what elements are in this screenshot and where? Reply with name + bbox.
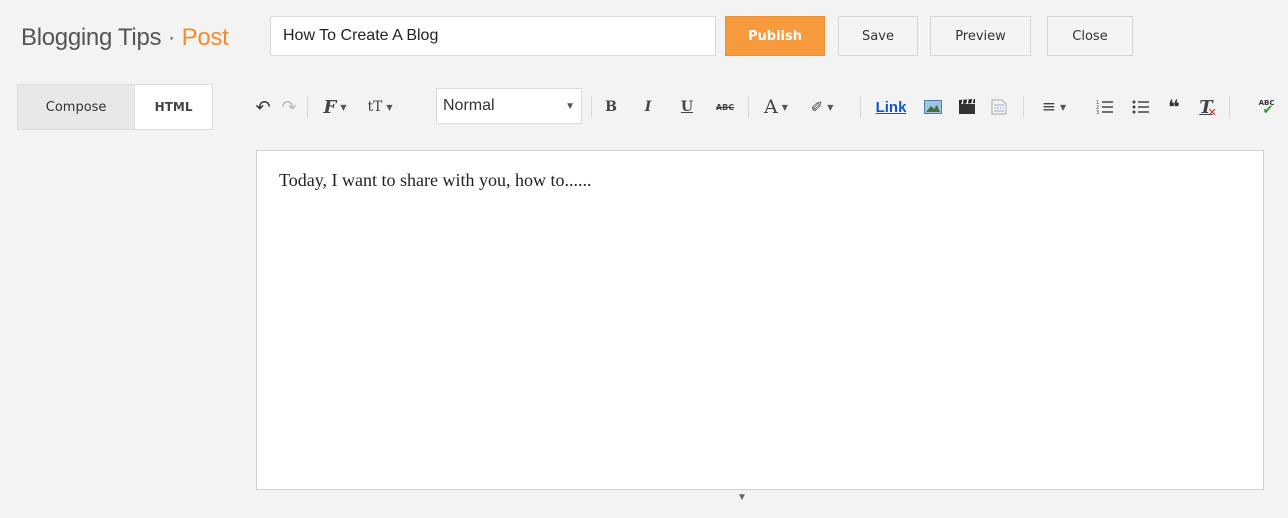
remove-formatting-icon[interactable]: T ✕ <box>1196 84 1220 130</box>
insert-video-icon[interactable] <box>956 84 978 130</box>
font-size-icon[interactable]: tT ▼ <box>358 84 402 130</box>
section-label: Post <box>181 24 229 51</box>
title-separator: · <box>161 24 182 51</box>
tab-html[interactable]: HTML <box>135 85 212 129</box>
toolbar-divider <box>748 96 749 118</box>
toolbar-divider <box>1023 96 1024 118</box>
post-body-editor[interactable]: Today, I want to share with you, how to.… <box>256 150 1264 490</box>
close-button[interactable]: Close <box>1047 16 1133 56</box>
strikethrough-icon[interactable]: ABC <box>711 84 739 130</box>
underline-icon[interactable]: U <box>677 84 697 130</box>
editor-header: Blogging Tips · Post Publish Save Previe… <box>0 0 1288 84</box>
text-color-icon[interactable]: A ▼ <box>756 84 796 130</box>
page-title: Blogging Tips · Post <box>21 24 229 52</box>
mode-tabs: Compose HTML <box>17 84 213 130</box>
toolbar-divider <box>307 96 308 118</box>
undo-icon[interactable]: ↶ <box>252 84 274 130</box>
font-family-icon[interactable]: F ▼ <box>315 84 355 130</box>
save-button[interactable]: Save <box>838 16 918 56</box>
chevron-down-icon: ▼ <box>781 102 788 112</box>
chevron-down-icon: ▼ <box>1060 102 1067 112</box>
spell-check-icon[interactable]: ABC ✔ <box>1252 84 1280 130</box>
post-title-input[interactable] <box>270 16 716 56</box>
highlight-icon[interactable]: ✐ ▼ <box>800 84 844 130</box>
toolbar-divider <box>860 96 861 118</box>
post-body-text[interactable]: Today, I want to share with you, how to.… <box>279 170 592 191</box>
editor-toolbar: Compose HTML ↶ ↷ F ▼ tT ▼ Normal ▼ B I U A… <box>0 84 1288 132</box>
chevron-down-icon: ▼ <box>827 102 834 112</box>
tab-compose[interactable]: Compose <box>18 85 136 129</box>
align-icon[interactable]: ≡ ▼ <box>1034 84 1074 130</box>
paragraph-format-select[interactable]: Normal ▼ <box>436 88 582 124</box>
publish-button[interactable]: Publish <box>725 16 825 56</box>
resize-handle-icon[interactable]: ▼ <box>737 492 747 503</box>
preview-button[interactable]: Preview <box>930 16 1031 56</box>
numbered-list-icon[interactable]: 123 <box>1094 84 1116 130</box>
toolbar-divider <box>591 96 592 118</box>
quote-icon[interactable]: ❝ <box>1163 84 1185 130</box>
chevron-down-icon: ▼ <box>340 102 347 112</box>
bulleted-list-icon[interactable] <box>1130 84 1152 130</box>
chevron-down-icon: ▼ <box>386 102 393 112</box>
jump-break-icon[interactable] <box>988 84 1010 130</box>
toolbar-divider <box>1229 96 1230 118</box>
redo-icon[interactable]: ↷ <box>278 84 300 130</box>
italic-icon[interactable]: I <box>638 84 658 130</box>
blog-name[interactable]: Blogging Tips <box>21 24 162 51</box>
svg-text:3: 3 <box>1096 110 1099 115</box>
chevron-down-icon: ▼ <box>565 100 575 112</box>
bold-icon[interactable]: B <box>601 84 621 130</box>
insert-image-icon[interactable] <box>922 84 944 130</box>
format-select-value: Normal <box>443 97 495 114</box>
link-button[interactable]: Link <box>871 84 911 130</box>
